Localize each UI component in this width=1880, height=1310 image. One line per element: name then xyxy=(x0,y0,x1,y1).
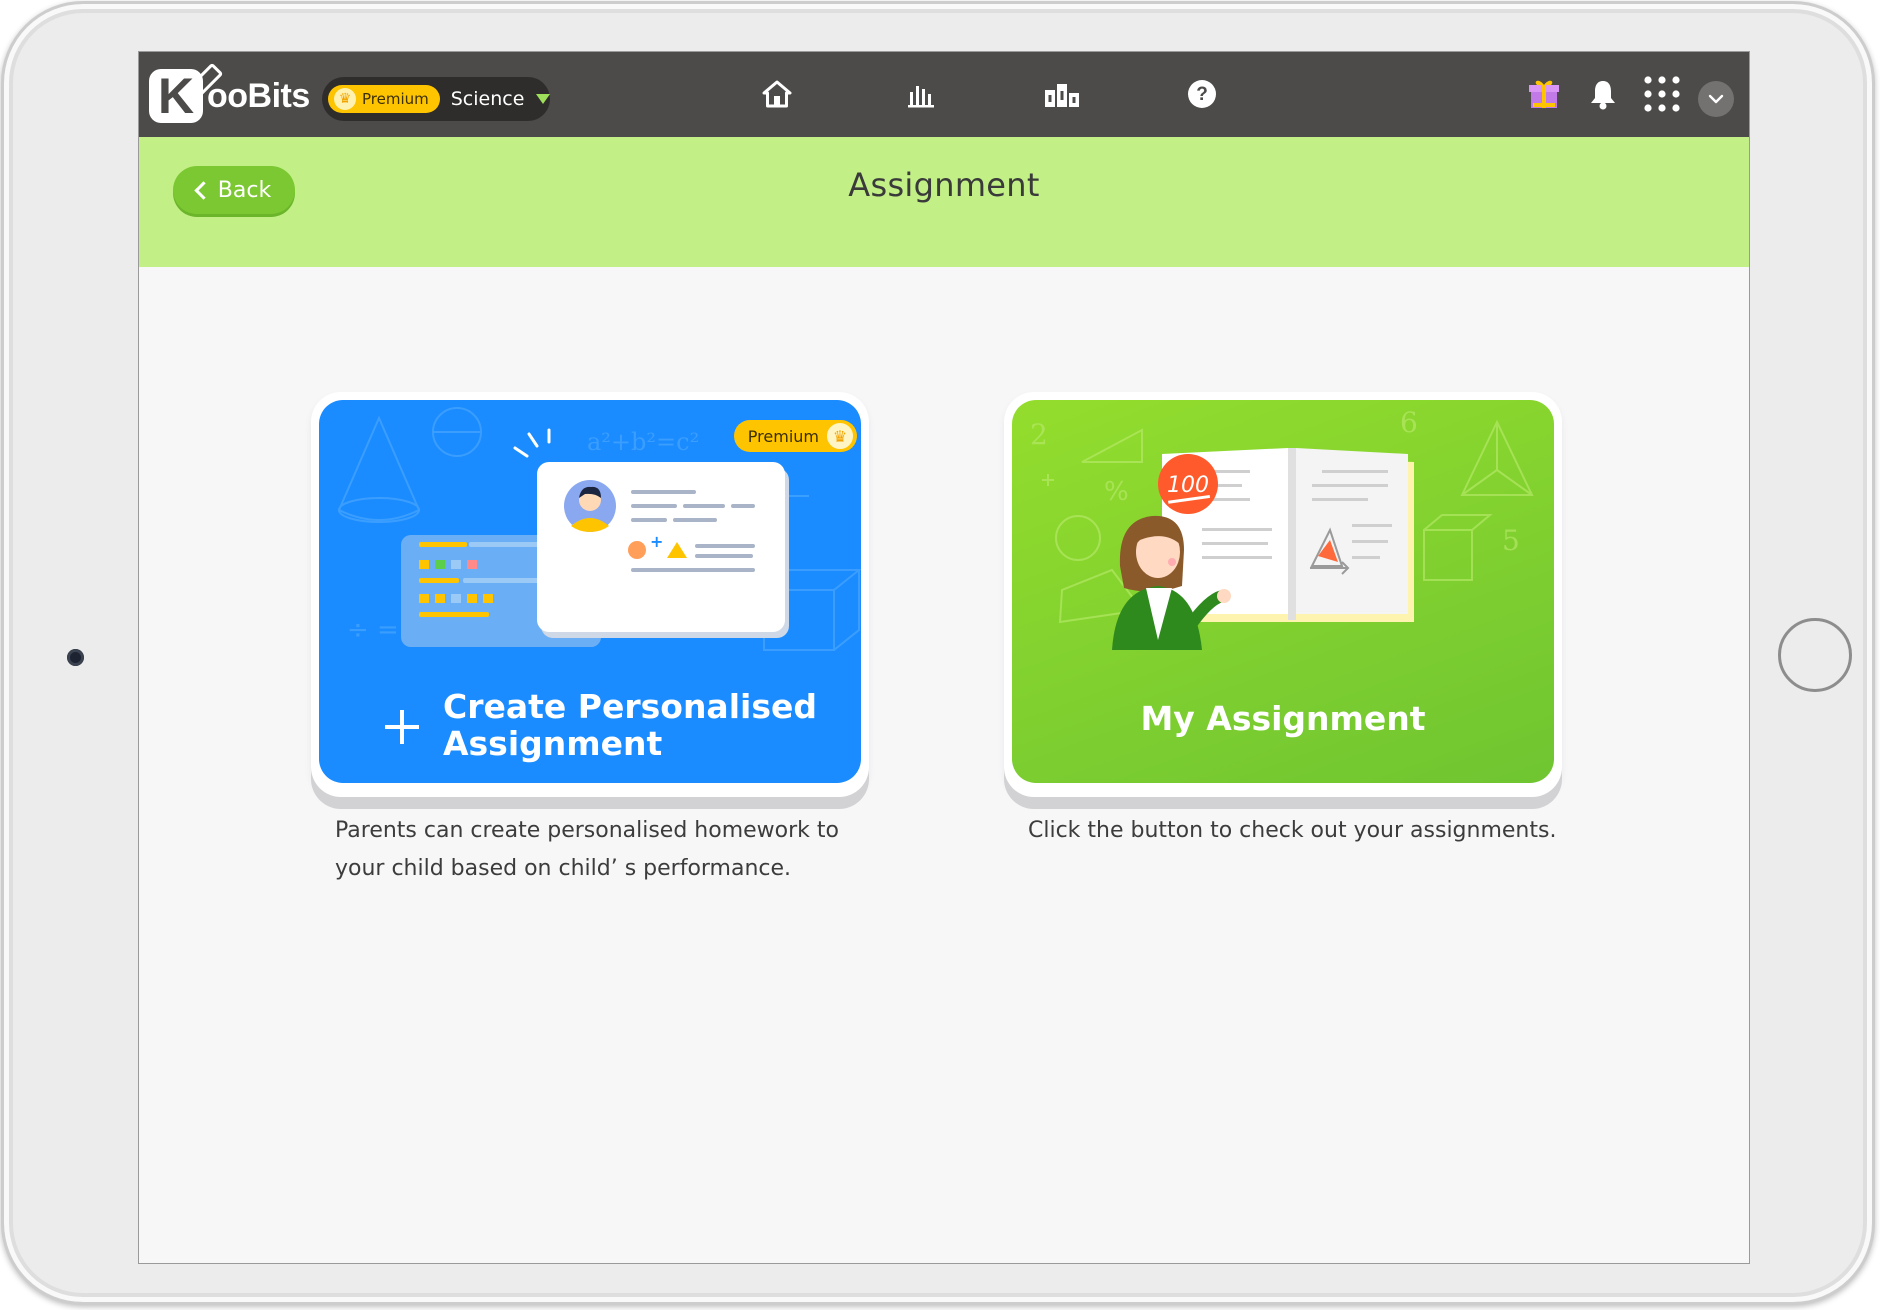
crown-icon: ♛ xyxy=(334,88,356,110)
koobits-logo[interactable]: K ooBits xyxy=(149,68,310,124)
logo-text: ooBits xyxy=(207,76,310,115)
svg-text:+: + xyxy=(650,532,663,551)
svg-text:?: ? xyxy=(1196,84,1208,105)
premium-pill: ♛ Premium xyxy=(328,85,440,113)
front-camera xyxy=(67,649,84,666)
logo-letter: K xyxy=(149,68,203,124)
create-assignment-card[interactable]: a²+b²=c² ÷ = + Premium ♛ Create Personal… xyxy=(311,392,869,797)
subject-switcher[interactable]: ♛ Premium Science xyxy=(322,77,551,121)
subject-label: Science xyxy=(450,88,525,110)
my-assignment-description: Click the button to check out your assig… xyxy=(1028,818,1557,843)
svg-text:5: 5 xyxy=(1502,524,1520,557)
score-100-text: 100 xyxy=(1167,473,1209,498)
account-dropdown[interactable] xyxy=(1698,81,1734,117)
plus-icon xyxy=(385,710,419,744)
my-assignment-card-face[interactable]: 2 6 5 % 100 My Assignment xyxy=(1012,400,1554,783)
premium-label: Premium xyxy=(362,90,429,108)
device-home-button[interactable] xyxy=(1778,618,1852,692)
gift-icon[interactable] xyxy=(1522,72,1566,116)
svg-text:2: 2 xyxy=(1030,418,1048,451)
create-assignment-description: Parents can create personalised homework… xyxy=(335,812,839,888)
app-screen: K ooBits ♛ Premium Science ? Back Assign… xyxy=(139,52,1749,1263)
create-description-line2: your child based on child’ s performance… xyxy=(335,856,792,881)
page-title: Assignment xyxy=(848,166,1040,204)
apps-grid-icon[interactable] xyxy=(1640,72,1684,116)
premium-badge-label: Premium xyxy=(747,426,819,446)
create-assignment-title-line2: Assignment xyxy=(443,724,663,763)
svg-text:6: 6 xyxy=(1400,406,1418,439)
crown-icon: ♛ xyxy=(825,421,855,451)
svg-text:÷ =: ÷ = xyxy=(347,615,399,645)
home-icon[interactable] xyxy=(757,74,797,114)
caret-down-icon xyxy=(536,94,551,104)
page-header: Back Assignment xyxy=(139,137,1749,267)
premium-badge: Premium ♛ xyxy=(733,420,857,452)
top-navigation-bar: K ooBits ♛ Premium Science ? xyxy=(139,52,1749,137)
svg-text:a²+b²=c²: a²+b²=c² xyxy=(587,428,699,456)
ipad-frame: K ooBits ♛ Premium Science ? Back Assign… xyxy=(1,1,1875,1305)
bar-chart-icon[interactable] xyxy=(901,74,941,114)
my-assignment-title: My Assignment xyxy=(1140,699,1426,738)
create-description-line1: Parents can create personalised homework… xyxy=(335,818,839,843)
my-assignment-card[interactable]: 2 6 5 % 100 My Assignment xyxy=(1004,392,1562,797)
create-assignment-title: Create Personalised Assignment xyxy=(443,688,817,762)
chevron-down-icon xyxy=(1708,94,1724,104)
bell-icon[interactable] xyxy=(1581,72,1625,116)
help-icon[interactable]: ? xyxy=(1182,74,1222,114)
podium-icon[interactable] xyxy=(1042,74,1082,114)
svg-text:%: % xyxy=(1104,477,1129,507)
create-assignment-card-face[interactable]: a²+b²=c² ÷ = + Premium ♛ Create Personal… xyxy=(319,400,861,783)
create-assignment-title-line1: Create Personalised xyxy=(443,687,817,726)
